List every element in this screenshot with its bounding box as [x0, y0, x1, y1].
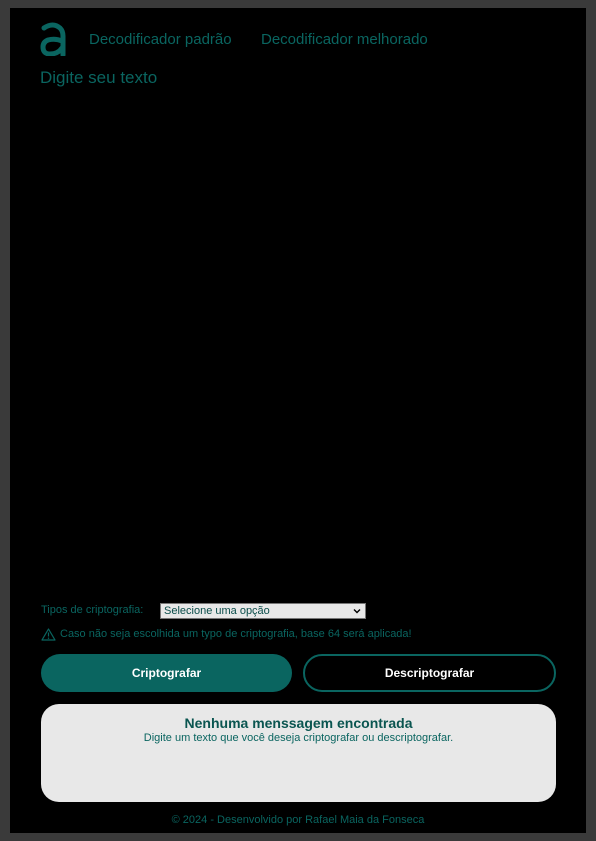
decrypt-button[interactable]: Descriptografar	[303, 654, 556, 692]
footer-credit: © 2024 - Desenvolvido por Rafael Maia da…	[171, 814, 425, 826]
app-frame: Decodificador padrão Decodificador melho…	[10, 8, 586, 833]
encrypt-button[interactable]: Criptografar	[41, 654, 292, 692]
nav-link-improved-decoder[interactable]: Decodificador melhorado	[261, 31, 428, 48]
warning-text: Caso não seja escolhida um typo de cript…	[60, 628, 412, 640]
crypto-type-select[interactable]: Selecione uma opção	[160, 603, 366, 619]
nav-link-standard-decoder[interactable]: Decodificador padrão	[89, 31, 232, 48]
warning-message: Caso não seja escolhida um typo de cript…	[41, 626, 412, 642]
warning-triangle-icon	[41, 627, 56, 641]
output-panel: Nenhuma menssagem encontrada Digite um t…	[41, 704, 556, 802]
crypto-type-label: Tipos de criptografia:	[41, 604, 144, 616]
output-title: Nenhuma menssagem encontrada	[184, 715, 413, 731]
text-input[interactable]	[40, 68, 556, 588]
chevron-down-icon	[353, 609, 361, 614]
output-subtitle: Digite um texto que você deseja criptogr…	[143, 732, 454, 744]
alura-logo-icon[interactable]	[40, 22, 66, 56]
crypto-type-selected-value: Selecione uma opção	[164, 605, 270, 617]
